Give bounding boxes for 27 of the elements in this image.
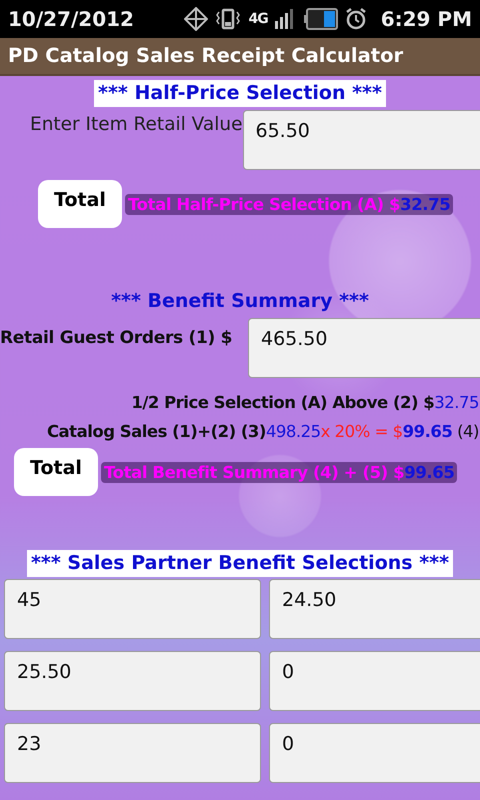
selection-field[interactable]: 0 (269, 723, 480, 783)
half-price-total: Total Half-Price Selection (A) $32.75 (125, 194, 454, 214)
guest-orders-field[interactable]: 465.50 (248, 318, 480, 378)
app-title: PD Catalog Sales Receipt Calculator (7, 43, 404, 67)
alarm-clock-icon (344, 7, 367, 31)
selection-field[interactable]: 25.50 (4, 651, 261, 711)
selection-field[interactable]: 0 (269, 651, 480, 711)
status-date: 10/27/2012 (8, 7, 135, 31)
selection-field[interactable]: 24.50 (269, 579, 480, 639)
gps-icon (184, 7, 208, 31)
section-heading: *** Half-Price Selection *** (94, 80, 386, 107)
field-label: Retail Guest Orders (1) $ (0, 327, 234, 348)
benefit-summary-total: Total Benefit Summary (4) + (5) $99.65 (101, 462, 458, 482)
summary-line: 1/2 Price Selection (A) Above (2) $32.75 (131, 393, 479, 412)
field-label: Enter Item Retail Value (29, 113, 242, 137)
network-type: 4G (248, 12, 268, 26)
selection-field[interactable]: 23 (4, 723, 261, 783)
retail-value-field[interactable]: 65.50 (242, 110, 480, 170)
selection-field[interactable]: 45 (4, 579, 261, 639)
total-button[interactable]: Total (38, 180, 122, 228)
total-button[interactable]: Total (14, 448, 98, 496)
summary-line: Catalog Sales (1)+(2) (3)498.25x 20% = $99.65 (4) (46, 422, 479, 441)
status-time: 6:29 PM (380, 7, 472, 31)
section-heading: *** Benefit Summary *** (110, 289, 370, 314)
vibrate-icon (215, 7, 242, 31)
battery-icon (304, 8, 338, 30)
section-heading: *** Sales Partner Benefit Selections *** (26, 550, 454, 577)
